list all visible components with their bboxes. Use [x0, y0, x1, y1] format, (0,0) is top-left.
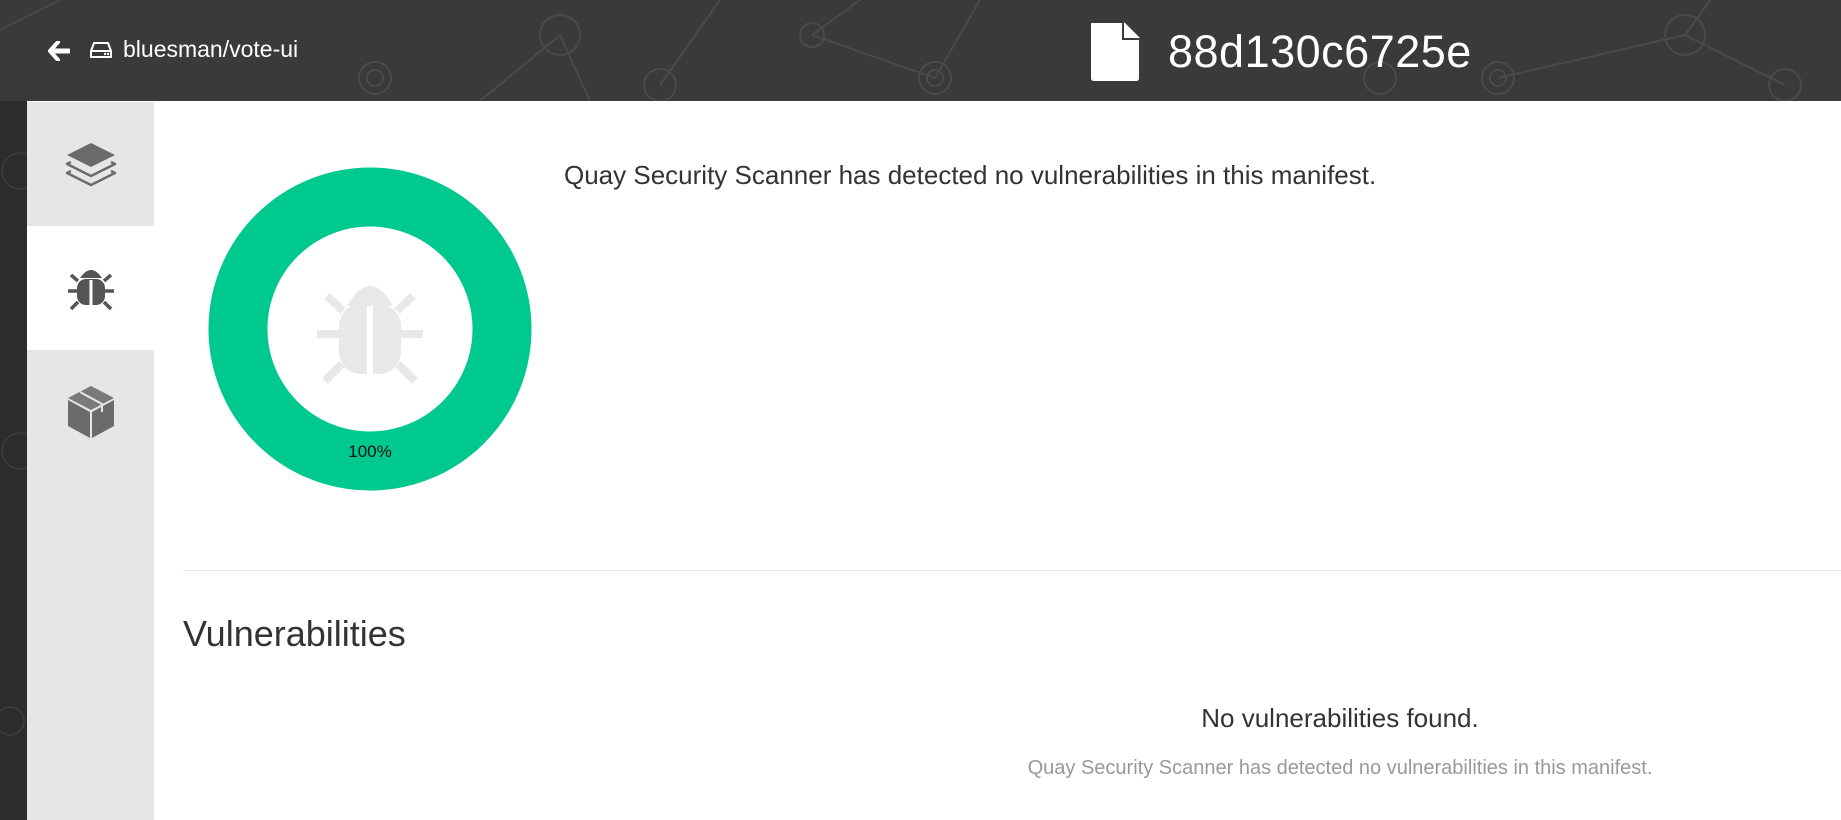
- donut-percent-label: 100%: [348, 442, 392, 461]
- sidebar: [27, 102, 154, 820]
- back-button[interactable]: [46, 38, 72, 64]
- tab-layers[interactable]: [27, 102, 154, 226]
- repository-link[interactable]: bluesman/vote-ui: [90, 36, 298, 63]
- manifest-title: 88d130c6725e: [1088, 20, 1472, 83]
- hard-drive-icon: [90, 41, 112, 59]
- section-divider: [183, 570, 1841, 571]
- arrow-left-icon: [48, 41, 70, 61]
- donut-bug-icon: [317, 286, 423, 384]
- vulnerabilities-heading: Vulnerabilities: [183, 613, 406, 654]
- empty-state-message: Quay Security Scanner has detected no vu…: [1027, 757, 1653, 779]
- security-summary-message: Quay Security Scanner has detected no vu…: [564, 160, 1377, 190]
- repository-name: bluesman/vote-ui: [123, 36, 299, 62]
- layers-icon: [65, 143, 116, 187]
- manifest-digest: 88d130c6725e: [1168, 25, 1472, 77]
- tab-packages[interactable]: [27, 350, 154, 474]
- bug-icon: [67, 270, 114, 311]
- empty-state-title: No vulnerabilities found.: [1201, 703, 1479, 733]
- security-donut-chart: 100%: [207, 166, 533, 492]
- tab-security-scan[interactable]: [27, 226, 154, 350]
- package-box-icon: [67, 386, 114, 438]
- page-left-edge: [0, 101, 27, 820]
- header-bar: bluesman/vote-ui 88d130c6725e: [0, 0, 1841, 101]
- file-icon: [1088, 20, 1142, 83]
